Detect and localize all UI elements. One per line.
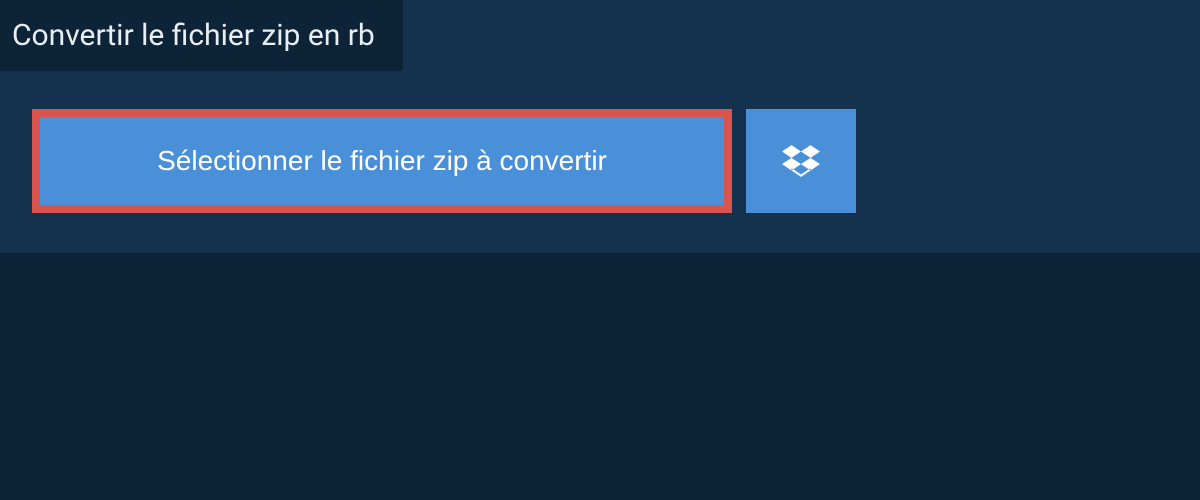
converter-panel: Convertir le fichier zip en rb Sélection… — [0, 0, 1200, 253]
dropbox-button[interactable] — [746, 109, 856, 213]
select-file-button[interactable]: Sélectionner le fichier zip à convertir — [32, 109, 732, 213]
select-file-label: Sélectionner le fichier zip à convertir — [157, 145, 607, 177]
button-row: Sélectionner le fichier zip à convertir — [0, 71, 1200, 213]
dropbox-icon — [782, 142, 820, 180]
page-title: Convertir le fichier zip en rb — [12, 18, 375, 53]
title-bar: Convertir le fichier zip en rb — [0, 0, 403, 71]
